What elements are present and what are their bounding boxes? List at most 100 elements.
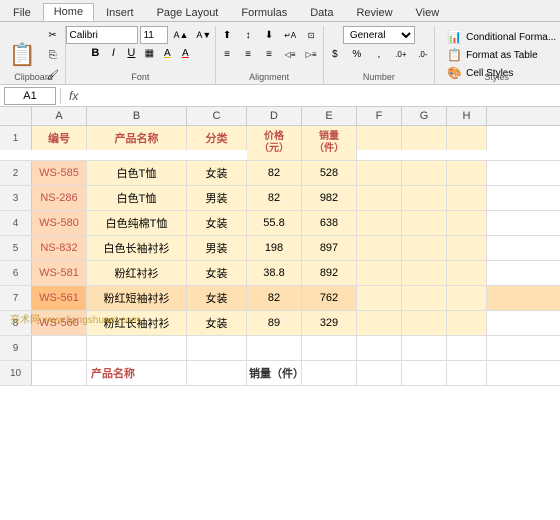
fill-color-button[interactable]: A [159,45,175,61]
cell-f9[interactable] [357,336,402,360]
cell-b4[interactable]: 白色纯棉T恤 [87,211,187,235]
col-header-h[interactable]: H [447,107,487,125]
col-header-f[interactable]: F [357,107,402,125]
cell-e2[interactable]: 528 [302,161,357,185]
cell-b6[interactable]: 粉红衬衫 [87,261,187,285]
cell-b1[interactable]: 产品名称 [87,126,187,150]
increase-font-button[interactable]: A▲ [170,27,191,43]
cell-b5[interactable]: 白色长袖衬衫 [87,236,187,260]
cell-b10[interactable]: 产品名称 [87,361,187,385]
cell-g3[interactable] [402,186,447,210]
col-header-e[interactable]: E [302,107,357,125]
cell-a6[interactable]: WS-581 [32,261,87,285]
cell-e3[interactable]: 982 [302,186,357,210]
cell-f4[interactable] [357,211,402,235]
cell-d9[interactable] [247,336,302,360]
cell-h7[interactable] [447,286,487,310]
italic-button[interactable]: I [105,45,121,61]
align-top-button[interactable]: ⬆ [217,26,237,44]
cell-g5[interactable] [402,236,447,260]
cell-d6[interactable]: 38.8 [247,261,302,285]
cell-c3[interactable]: 男装 [187,186,247,210]
cell-d4[interactable]: 55.8 [247,211,302,235]
tab-home[interactable]: Home [43,3,94,21]
align-middle-button[interactable]: ↕ [238,26,258,44]
col-header-d[interactable]: D [247,107,302,125]
paste-button[interactable]: 📋 [5,37,41,73]
cell-b2[interactable]: 白色T恤 [87,161,187,185]
tab-insert[interactable]: Insert [95,4,145,21]
tab-view[interactable]: View [405,4,451,21]
cell-f1[interactable] [357,126,402,150]
col-header-g[interactable]: G [402,107,447,125]
cell-h10[interactable] [447,361,487,385]
cell-e6[interactable]: 892 [302,261,357,285]
cell-c8[interactable]: 女装 [187,311,247,335]
font-name-input[interactable] [66,26,138,44]
cell-h1[interactable] [447,126,487,150]
cell-h6[interactable] [447,261,487,285]
wrap-text-button[interactable]: ↵A [280,26,300,44]
cell-a2[interactable]: WS-585 [32,161,87,185]
align-right-button[interactable]: ≡ [259,45,279,63]
cell-f6[interactable] [357,261,402,285]
cell-e8[interactable]: 329 [302,311,357,335]
merge-button[interactable]: ⊡ [301,26,321,44]
cell-c1[interactable]: 分类 [187,126,247,150]
cell-g6[interactable] [402,261,447,285]
cell-g2[interactable] [402,161,447,185]
cell-e4[interactable]: 638 [302,211,357,235]
cell-f7[interactable] [357,286,402,310]
bold-button[interactable]: B [87,45,103,61]
indent-increase-button[interactable]: ▷≡ [301,45,321,63]
align-bottom-button[interactable]: ⬇ [259,26,279,44]
cell-g4[interactable] [402,211,447,235]
cell-d3[interactable]: 82 [247,186,302,210]
comma-button[interactable]: , [369,45,389,63]
font-size-input[interactable] [140,26,168,44]
cell-f8[interactable] [357,311,402,335]
cell-b3[interactable]: 白色T恤 [87,186,187,210]
cell-a4[interactable]: WS-580 [32,211,87,235]
cell-e7[interactable]: 762 [302,286,357,310]
decrease-decimal-button[interactable]: .0- [413,45,433,63]
cell-c4[interactable]: 女装 [187,211,247,235]
tab-file[interactable]: File [2,4,42,21]
cell-g10[interactable] [402,361,447,385]
cell-a3[interactable]: NS-286 [32,186,87,210]
cell-c2[interactable]: 女装 [187,161,247,185]
number-format-select[interactable]: General Number Currency Percentage [343,26,415,44]
increase-decimal-button[interactable]: .0+ [391,45,411,63]
currency-button[interactable]: $ [325,45,345,63]
cell-e10[interactable] [302,361,357,385]
cell-f10[interactable] [357,361,402,385]
cell-a1[interactable]: 编号 [32,126,87,150]
tab-data[interactable]: Data [299,4,344,21]
align-center-button[interactable]: ≡ [238,45,258,63]
cell-g1[interactable] [402,126,447,150]
cell-a10[interactable] [32,361,87,385]
formula-input[interactable] [86,87,556,105]
cut-button[interactable]: ✂ [43,26,63,44]
cell-e1[interactable]: 销量（件） [302,126,357,160]
col-header-b[interactable]: B [87,107,187,125]
cell-b9[interactable] [87,336,187,360]
cell-c10[interactable] [187,361,247,385]
cell-e5[interactable]: 897 [302,236,357,260]
cell-g7[interactable] [402,286,447,310]
cell-h4[interactable] [447,211,487,235]
decrease-font-button[interactable]: A▼ [193,27,214,43]
cell-a7[interactable]: WS-561 [32,286,87,310]
cell-b7[interactable]: 粉红短袖衬衫 [87,286,187,310]
cell-c6[interactable]: 女装 [187,261,247,285]
conditional-format-button[interactable]: 📊 Conditional Forma... [443,28,560,46]
cell-d8[interactable]: 89 [247,311,302,335]
font-color-button[interactable]: A [177,45,193,61]
cell-f2[interactable] [357,161,402,185]
cell-d7[interactable]: 82 [247,286,302,310]
tab-page-layout[interactable]: Page Layout [146,4,230,21]
cell-d10[interactable]: 销量（件） [247,361,302,385]
cell-d5[interactable]: 198 [247,236,302,260]
border-button[interactable]: ▦ [141,45,157,61]
cell-h3[interactable] [447,186,487,210]
